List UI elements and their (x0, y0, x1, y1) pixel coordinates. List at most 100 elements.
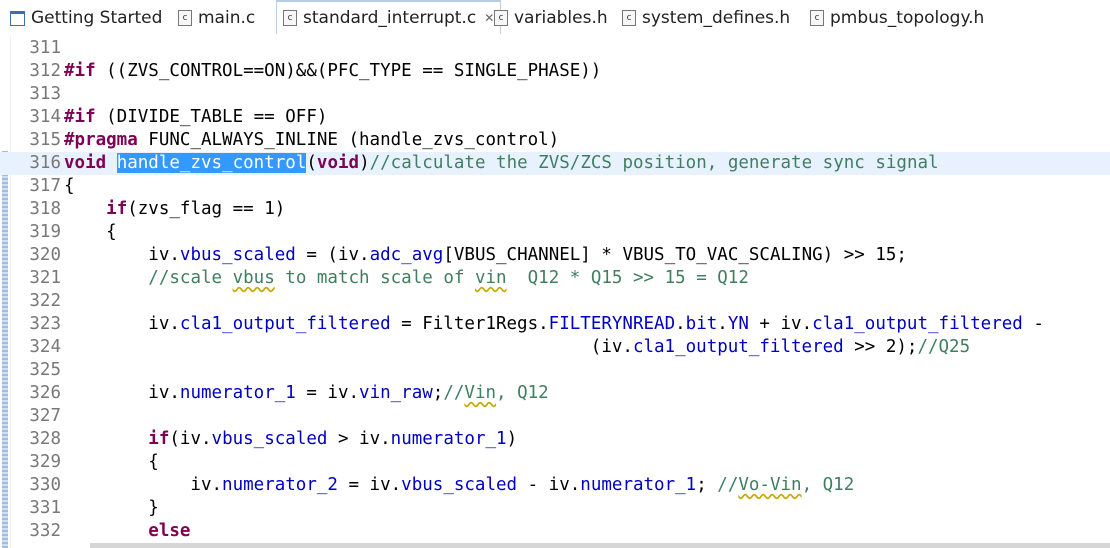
code-line[interactable]: 322 (0, 290, 1110, 313)
tab-pmbus-topology-h[interactable]: c pmbus_topology.h (810, 0, 984, 36)
code-token: vin_raw (359, 383, 433, 403)
code-token: ( (306, 153, 317, 173)
code-line[interactable]: 319 { (0, 221, 1110, 244)
code-line[interactable]: 331 } (0, 497, 1110, 520)
line-number: 317 (29, 176, 61, 196)
c-file-icon: c (178, 10, 192, 26)
code-line[interactable]: 324 (iv.cla1_output_filtered >> 2);//Q25 (0, 336, 1110, 359)
code-line[interactable]: 311 (0, 37, 1110, 60)
code-token: (zvs_flag == 1) (127, 199, 286, 219)
code-token: vbus_scaled (401, 475, 518, 495)
code-token: numerator_1 (179, 383, 296, 403)
code-line[interactable]: 323 iv.cla1_output_filtered = Filter1Reg… (0, 313, 1110, 336)
close-tab-icon[interactable]: ✕ (484, 11, 494, 25)
code-token: vin (474, 268, 507, 288)
code-line[interactable]: 313 (0, 83, 1110, 106)
code-line[interactable]: 318 if(zvs_flag == 1) (0, 198, 1110, 221)
line-number: 327 (29, 406, 61, 426)
code-token: iv. (64, 383, 180, 403)
code-token: void (316, 153, 360, 173)
tab-variables-h[interactable]: c variables.h (494, 0, 608, 36)
code-line[interactable]: 325 (0, 359, 1110, 382)
code-text: iv.cla1_output_filtered = Filter1Regs.FI… (64, 313, 1044, 336)
line-number: 319 (29, 222, 61, 242)
code-token: adc_avg (369, 245, 444, 265)
code-token: Q12 * Q15 >> 15 = Q12 (506, 268, 749, 288)
code-token: Vin (464, 383, 497, 403)
tab-system-defines-h[interactable]: c system_defines.h (622, 0, 790, 36)
code-token: YN (727, 314, 749, 334)
code-token: = iv. (337, 475, 402, 495)
code-token: cla1_output_filtered (812, 314, 1023, 334)
line-number: 322 (29, 291, 61, 311)
code-token: // (443, 383, 465, 403)
code-token: FILTERYNREAD (548, 314, 676, 334)
code-token: [VBUS_CHANNEL] * VBUS_TO_VAC_SCALING) >>… (443, 245, 907, 265)
editor-tab-bar: Getting Started c main.c c standard_interrup… (0, 0, 1110, 36)
tab-main-c[interactable]: c main.c (178, 0, 255, 36)
code-line[interactable]: 314 #if (DIVIDE_TABLE == OFF) (0, 106, 1110, 129)
code-token: - (1022, 314, 1044, 334)
code-token: iv. (64, 314, 180, 334)
horizontal-scrollbar[interactable] (90, 543, 1110, 548)
line-number: 332 (29, 521, 61, 541)
code-token: , Q12 (496, 383, 549, 403)
code-text: if(iv.vbus_scaled > iv.numerator_1) (64, 428, 517, 451)
line-number: 312 (29, 61, 61, 81)
code-token: = iv. (295, 383, 360, 403)
code-line[interactable]: 326 iv.numerator_1 = iv.vin_raw;//Vin, Q… (0, 382, 1110, 405)
code-text: (iv.cla1_output_filtered >> 2);//Q25 (64, 336, 970, 359)
code-token: #if (64, 107, 96, 127)
code-line[interactable]: 317{ (0, 175, 1110, 198)
code-text: else (64, 520, 190, 543)
code-text: iv.numerator_2 = iv.vbus_scaled - iv.num… (64, 474, 854, 497)
code-line[interactable]: 321 //scale vbus to match scale of vin Q… (0, 267, 1110, 290)
line-number: 320 (29, 245, 61, 265)
code-line[interactable]: 316 void handle_zvs_control(void)//calcul… (0, 152, 1110, 175)
line-number: 328 (29, 429, 61, 449)
tab-label: system_defines.h (642, 8, 791, 28)
code-token: else (148, 521, 191, 541)
code-text: { (64, 175, 75, 198)
code-text: #if ((ZVS_CONTROL==ON)&&(PFC_TYPE == SIN… (64, 60, 601, 83)
tab-standard-interrupt-c[interactable]: c standard_interrupt.c ✕ (276, 0, 502, 34)
code-token: . (675, 314, 686, 334)
code-token: //scale (148, 268, 233, 288)
code-line[interactable]: 312 #if ((ZVS_CONTROL==ON)&&(PFC_TYPE == … (0, 60, 1110, 83)
line-number: 316 (29, 153, 61, 173)
code-token: cla1_output_filtered (632, 337, 844, 357)
code-token: - iv. (517, 475, 581, 495)
code-token: cla1_output_filtered (179, 314, 391, 334)
code-line[interactable]: 332 else (0, 520, 1110, 543)
code-text: #pragma FUNC_ALWAYS_INLINE (handle_zvs_c… (64, 129, 559, 152)
code-token: if (106, 199, 128, 219)
line-number: 311 (29, 38, 61, 58)
code-line[interactable]: 320 iv.vbus_scaled = (iv.adc_avg[VBUS_CH… (0, 244, 1110, 267)
code-editor[interactable]: 311 312 #if ((ZVS_CONTROL==ON)&&(PFC_TYPE … (0, 36, 1110, 548)
code-token: , Q12 (801, 475, 855, 495)
tab-label: variables.h (514, 8, 608, 28)
code-token: numerator_2 (222, 475, 338, 495)
code-line[interactable]: 315 #pragma FUNC_ALWAYS_INLINE (handle_zv… (0, 129, 1110, 152)
code-token: #pragma (64, 130, 138, 150)
code-token: numerator_1 (580, 475, 697, 495)
code-token: //Q25 (917, 337, 971, 357)
code-line[interactable]: 330 iv.numerator_2 = iv.vbus_scaled - iv… (0, 474, 1110, 497)
code-token: //calculate the ZVS/ZCS position, genera… (369, 153, 939, 173)
code-line[interactable]: 329 { (0, 451, 1110, 474)
selected-text: handle_zvs_control (116, 153, 307, 173)
tab-getting-started[interactable]: Getting Started (10, 0, 162, 36)
code-token: iv. (64, 245, 180, 265)
tab-label: main.c (198, 8, 256, 28)
code-token: ) (506, 429, 518, 449)
code-token: = (iv. (295, 245, 370, 265)
code-line[interactable]: 328 if(iv.vbus_scaled > iv.numerator_1) (0, 428, 1110, 451)
code-token: FUNC_ALWAYS_INLINE (handle_zvs_control) (137, 130, 560, 150)
line-number: 330 (29, 475, 61, 495)
code-line[interactable]: 327 (0, 405, 1110, 428)
line-number: 321 (29, 268, 61, 288)
code-token: to match scale of (274, 268, 475, 288)
line-number: 326 (29, 383, 61, 403)
